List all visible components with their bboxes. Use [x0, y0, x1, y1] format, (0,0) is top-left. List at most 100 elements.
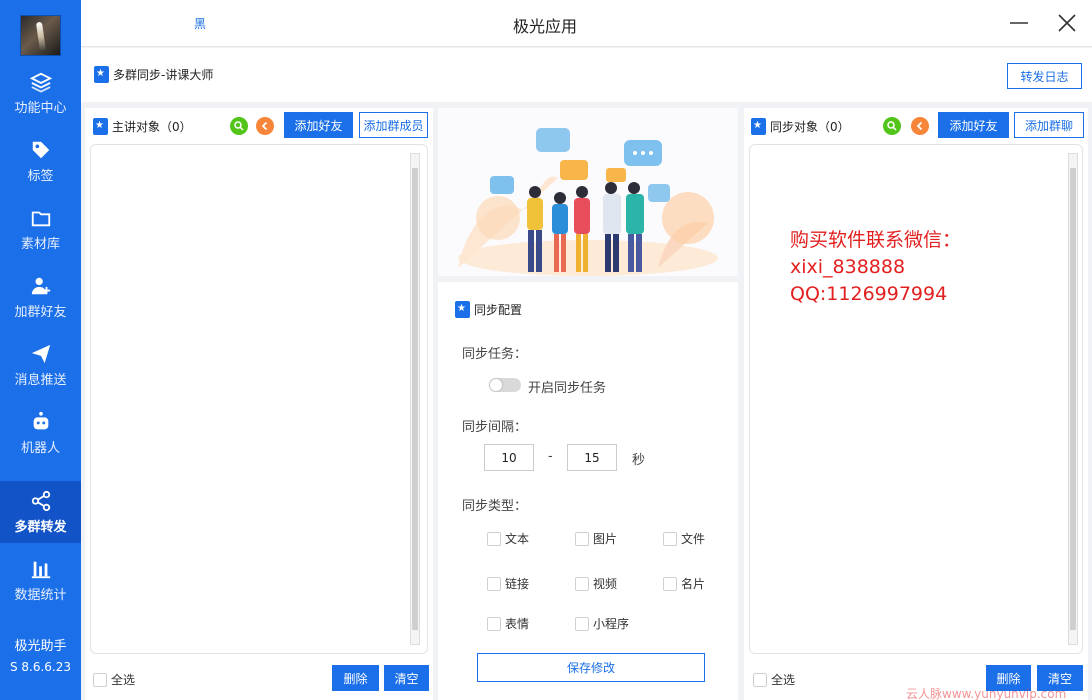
- type-video-checkbox[interactable]: 视频: [575, 575, 617, 592]
- type-link-label: 链接: [505, 577, 530, 591]
- add-group-chat-button[interactable]: 添加群聊: [1014, 112, 1084, 138]
- search-icon: [887, 121, 897, 131]
- sync-config-title-text: 同步配置: [474, 303, 523, 317]
- sidebar-item-multi-group-forward[interactable]: 多群转发: [0, 481, 81, 543]
- bookmark-star-icon: [93, 118, 108, 135]
- sidebar-item-function-center[interactable]: 功能中心: [0, 62, 81, 124]
- checkbox-box[interactable]: [487, 616, 501, 631]
- interval-max-input[interactable]: [567, 444, 617, 471]
- back-button[interactable]: [911, 117, 929, 135]
- checkbox-box[interactable]: [575, 616, 589, 631]
- contact-line-qq: QQ:1126997994: [790, 283, 948, 305]
- select-all-checkbox[interactable]: 全选: [93, 671, 135, 688]
- close-icon: [1058, 14, 1076, 32]
- search-button[interactable]: [883, 117, 901, 135]
- sidebar-item-label: 多群转发: [14, 519, 67, 535]
- brand-name: 极光助手: [14, 639, 67, 654]
- scroll-thumb[interactable]: [1070, 168, 1076, 630]
- sync-config-panel: 同步配置 同步任务： 开启同步任务 同步间隔： - 秒 同步类型： 文本 图片 …: [438, 282, 738, 700]
- type-file-checkbox[interactable]: 文件: [663, 530, 705, 547]
- speaker-list-scrollbar[interactable]: [410, 153, 420, 645]
- checkbox-box[interactable]: [487, 531, 501, 546]
- folder-icon: [31, 211, 50, 226]
- interval-min-input[interactable]: [484, 444, 534, 471]
- type-text-checkbox[interactable]: 文本: [487, 530, 529, 547]
- robot-icon: [33, 411, 48, 429]
- type-image-label: 图片: [593, 532, 618, 546]
- sync-target-list-scrollbar[interactable]: [1068, 153, 1078, 645]
- bar-chart-icon: [31, 561, 50, 578]
- illustration-panel: [438, 108, 738, 276]
- delete-button[interactable]: 删除: [332, 665, 379, 691]
- type-miniprogram-checkbox[interactable]: 小程序: [575, 615, 629, 632]
- title-bar: 黑 极光应用: [81, 0, 1092, 47]
- speaker-list[interactable]: [90, 144, 428, 654]
- type-card-label: 名片: [681, 577, 706, 591]
- interval-dash: -: [548, 449, 553, 464]
- add-friend-button[interactable]: 添加好友: [938, 112, 1009, 138]
- sync-config-title: 同步配置: [455, 301, 522, 318]
- scroll-thumb[interactable]: [412, 168, 418, 630]
- type-text-label: 文本: [505, 532, 530, 546]
- watermark: 云人脉www.yunyunvip.com: [906, 687, 1067, 700]
- checkbox-box[interactable]: [663, 576, 677, 591]
- add-friend-button[interactable]: 添加好友: [284, 112, 353, 138]
- window-title: 极光应用: [512, 17, 577, 36]
- sync-target-count-label: 同步对象（0）: [770, 120, 850, 134]
- select-all-checkbox[interactable]: 全选: [753, 671, 795, 688]
- minimize-button[interactable]: [1006, 10, 1032, 36]
- layers-icon: [29, 72, 52, 93]
- sync-target-title: 同步对象（0）: [751, 118, 850, 135]
- tag-icon: [32, 141, 49, 158]
- select-all-label: 全选: [771, 673, 796, 687]
- checkbox-box[interactable]: [575, 576, 589, 591]
- checkbox-box[interactable]: [753, 672, 767, 687]
- back-button[interactable]: [256, 117, 274, 135]
- search-icon: [234, 121, 244, 131]
- forward-log-button[interactable]: 转发日志: [1007, 63, 1082, 89]
- contact-line-wechat-id: xixi_838888: [790, 256, 906, 278]
- type-emoji-checkbox[interactable]: 表情: [487, 615, 529, 632]
- chevron-left-icon: [261, 121, 268, 131]
- save-button[interactable]: 保存修改: [477, 653, 705, 682]
- sidebar-item-label: 加群好友: [14, 304, 67, 320]
- sync-target-list[interactable]: 购买软件联系微信： xixi_838888 QQ:1126997994: [749, 144, 1083, 654]
- avatar[interactable]: [20, 15, 61, 56]
- sidebar-item-data-stats[interactable]: 数据统计: [0, 549, 81, 611]
- sidebar-item-label: 功能中心: [14, 100, 67, 116]
- page-title-text: 多群同步-讲课大师: [113, 68, 214, 82]
- interval-unit: 秒: [632, 453, 646, 468]
- type-miniprogram-label: 小程序: [593, 617, 630, 631]
- search-button[interactable]: [230, 117, 248, 135]
- clear-button[interactable]: 清空: [384, 665, 429, 691]
- sidebar-item-material[interactable]: 素材库: [0, 198, 81, 260]
- sidebar-item-message-push[interactable]: 消息推送: [0, 334, 81, 396]
- add-group-member-button[interactable]: 添加群成员: [359, 112, 428, 138]
- checkbox-box[interactable]: [487, 576, 501, 591]
- page-title: 多群同步-讲课大师: [94, 66, 213, 83]
- checkbox-box[interactable]: [93, 672, 107, 687]
- minimize-icon: [1010, 22, 1028, 24]
- sidebar: 功能中心 标签 素材库 加群好友 消息推送 机器人 多群转发 数据统计 极光助手…: [0, 0, 81, 700]
- sidebar-item-robot[interactable]: 机器人: [0, 402, 81, 464]
- bookmark-star-icon: [751, 118, 766, 135]
- sync-task-toggle[interactable]: [489, 378, 521, 392]
- speaker-panel: 主讲对象（0） 添加好友 添加群成员 全选 删除 清空: [85, 108, 433, 700]
- type-emoji-label: 表情: [505, 617, 530, 631]
- page-header: 多群同步-讲课大师 转发日志: [81, 48, 1092, 102]
- checkbox-box[interactable]: [663, 531, 677, 546]
- close-button[interactable]: [1054, 10, 1080, 36]
- speaker-count-label: 主讲对象（0）: [112, 120, 192, 134]
- sidebar-item-add-friends[interactable]: 加群好友: [0, 266, 81, 328]
- type-image-checkbox[interactable]: 图片: [575, 530, 617, 547]
- checkbox-box[interactable]: [575, 531, 589, 546]
- type-video-label: 视频: [593, 577, 618, 591]
- select-all-label: 全选: [111, 673, 136, 687]
- sync-interval-label: 同步间隔：: [462, 420, 528, 435]
- type-card-checkbox[interactable]: 名片: [663, 575, 705, 592]
- sidebar-item-tags[interactable]: 标签: [0, 130, 81, 192]
- sidebar-item-label: 机器人: [20, 440, 60, 456]
- type-file-label: 文件: [681, 532, 706, 546]
- sidebar-item-label: 数据统计: [14, 587, 67, 603]
- type-link-checkbox[interactable]: 链接: [487, 575, 529, 592]
